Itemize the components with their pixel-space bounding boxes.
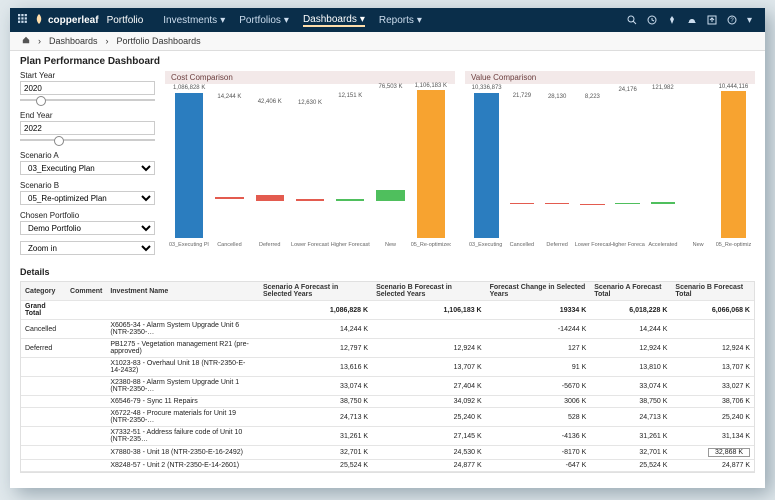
nav-menu: Investments▾ Portfolios▾ Dashboards▾ Rep… xyxy=(163,14,422,27)
table-row[interactable]: X6546-79 - Sync 11 Repairs38,750 K34,092… xyxy=(21,396,754,408)
th-name[interactable]: Investment Name xyxy=(106,282,259,301)
th-chg[interactable]: Forecast Change in Selected Years xyxy=(486,282,591,301)
share-icon[interactable] xyxy=(707,15,717,25)
portfolio-select[interactable]: Demo Portfolio xyxy=(20,221,155,235)
nav-portfolios[interactable]: Portfolios▾ xyxy=(239,14,289,27)
table-row[interactable]: X7880-38 - Unit 18 (NTR-2350-E-16-2492)3… xyxy=(21,446,754,460)
th-category[interactable]: Category xyxy=(21,282,66,301)
table-row[interactable]: X7332-51 - Address failure code of Unit … xyxy=(21,427,754,446)
table-row[interactable]: X1023-83 - Overhaul Unit 18 (NTR-2350-E-… xyxy=(21,358,754,377)
details-table: Category Comment Investment Name Scenari… xyxy=(20,281,755,473)
help-icon[interactable]: ? xyxy=(727,15,737,25)
portfolio-label: Chosen Portfolio xyxy=(20,211,155,220)
details-title: Details xyxy=(20,267,755,277)
th-sb-tot[interactable]: Scenario B Forecast Total xyxy=(671,282,754,301)
scenario-a-label: Scenario A xyxy=(20,151,155,160)
scenario-b-label: Scenario B xyxy=(20,181,155,190)
value-comparison-chart: Value Comparison 10,336,873 21,729 28,13… xyxy=(465,71,755,252)
end-year-label: End Year xyxy=(20,111,155,120)
table-row[interactable]: Grand Total1,086,828 K1,106,183 K19334 K… xyxy=(21,301,754,320)
chevron-down-icon: ▾ xyxy=(360,14,365,25)
search-icon[interactable] xyxy=(627,15,637,25)
chart-title: Cost Comparison xyxy=(165,71,455,84)
user-chevron-icon[interactable]: ▾ xyxy=(747,15,757,25)
nav-investments[interactable]: Investments▾ xyxy=(163,14,225,27)
home-icon[interactable] xyxy=(22,36,30,46)
th-comment[interactable]: Comment xyxy=(66,282,106,301)
chevron-down-icon: ▾ xyxy=(284,15,289,26)
th-sb-sel[interactable]: Scenario B Forecast in Selected Years xyxy=(372,282,486,301)
start-year-input[interactable] xyxy=(20,81,155,95)
end-year-slider[interactable] xyxy=(20,135,155,145)
bell-icon[interactable] xyxy=(687,15,697,25)
breadcrumb-sep: › xyxy=(106,36,109,46)
zoom-select[interactable]: Zoom in xyxy=(20,241,155,255)
leaf-icon xyxy=(34,14,44,27)
table-row[interactable]: CancelledX6065-34 - Alarm System Upgrade… xyxy=(21,320,754,339)
end-year-input[interactable] xyxy=(20,121,155,135)
topbar: copperleaf Portfolio Investments▾ Portfo… xyxy=(10,8,765,32)
scenario-a-select[interactable]: 03_Executing Plan xyxy=(20,161,155,175)
nav-reports[interactable]: Reports▾ xyxy=(379,14,422,27)
start-year-label: Start Year xyxy=(20,71,155,80)
product-name: Portfolio xyxy=(107,15,144,26)
table-row[interactable]: X8248-57 - Unit 2 (NTR-2350-E-14-2601)25… xyxy=(21,460,754,472)
table-row[interactable]: DeferredPB1275 - Vegetation management R… xyxy=(21,339,754,358)
cost-comparison-chart: Cost Comparison 1,086,828 K 14,244 K 42,… xyxy=(165,71,455,252)
start-year-slider[interactable] xyxy=(20,95,155,105)
apps-icon[interactable] xyxy=(18,14,28,27)
breadcrumb-item[interactable]: Portfolio Dashboards xyxy=(117,36,201,46)
th-sa-tot[interactable]: Scenario A Forecast Total xyxy=(590,282,671,301)
nav-dashboards[interactable]: Dashboards▾ xyxy=(303,14,365,27)
table-row[interactable]: X2380-88 - Alarm System Upgrade Unit 1 (… xyxy=(21,377,754,396)
chevron-down-icon: ▾ xyxy=(417,15,422,26)
brand-logo[interactable]: copperleaf Portfolio xyxy=(34,14,143,27)
pin-icon[interactable] xyxy=(667,15,677,25)
filters-panel: Start Year End Year Scenario A 03_Execut… xyxy=(20,71,155,255)
chart-title: Value Comparison xyxy=(465,71,755,84)
page-title: Plan Performance Dashboard xyxy=(20,56,755,67)
table-row[interactable]: X6722-48 - Procure materials for Unit 19… xyxy=(21,408,754,427)
th-sa-sel[interactable]: Scenario A Forecast in Selected Years xyxy=(259,282,372,301)
breadcrumb-item[interactable]: Dashboards xyxy=(49,36,98,46)
history-icon[interactable] xyxy=(647,15,657,25)
chevron-down-icon: ▾ xyxy=(220,15,225,26)
brand-name: copperleaf xyxy=(48,15,99,26)
breadcrumb-sep: › xyxy=(38,36,41,46)
scenario-b-select[interactable]: 05_Re-optimized Plan xyxy=(20,191,155,205)
breadcrumb: › Dashboards › Portfolio Dashboards xyxy=(10,32,765,51)
